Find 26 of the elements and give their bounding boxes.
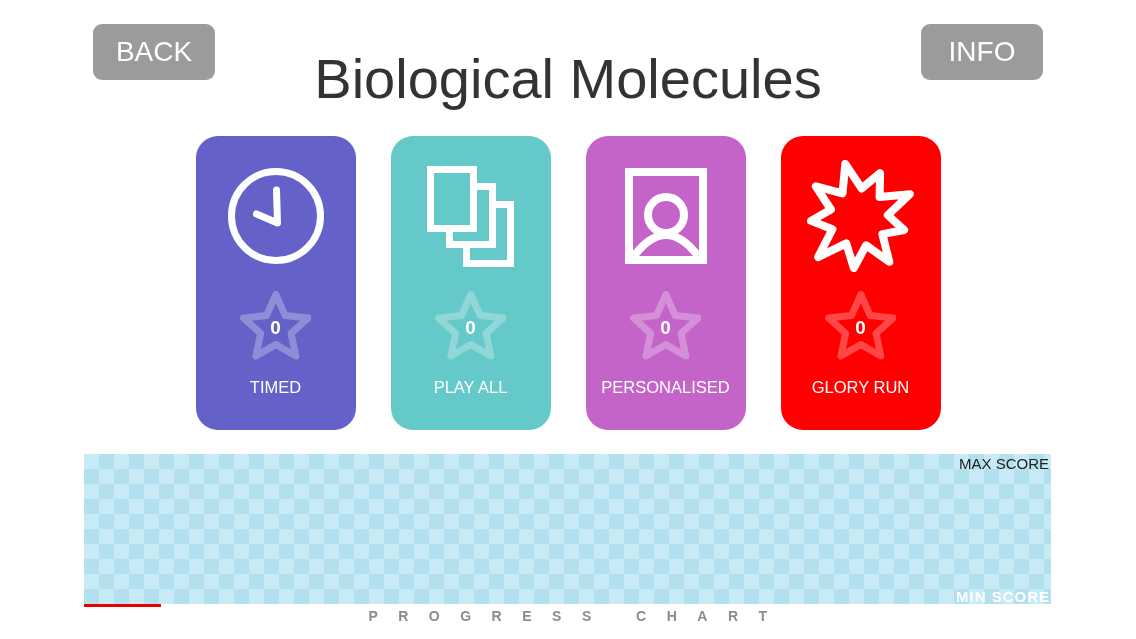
star-icon — [629, 291, 702, 360]
back-button[interactable]: BACK — [93, 24, 215, 80]
min-score-label: MIN SCORE — [956, 589, 1050, 605]
clock-icon — [227, 168, 324, 265]
mode-card[interactable]: 0 TIMED — [195, 136, 356, 431]
stacked-cards-icon — [427, 165, 514, 267]
star-icon — [434, 291, 507, 360]
star-score: 0 — [660, 317, 671, 337]
mode-label: PERSONALISED — [601, 376, 730, 397]
mode-card[interactable]: 0 GLORY RUN — [780, 136, 941, 431]
chart-caption: PROGRESS CHART — [367, 608, 788, 625]
mode-label: GLORY RUN — [811, 376, 910, 397]
star-icon — [824, 291, 897, 360]
person-portrait-icon — [624, 168, 707, 265]
mode-card[interactable]: 0 PERSONALISED — [585, 136, 746, 431]
mode-label: TIMED — [249, 376, 302, 397]
mode-card[interactable]: 0 PLAY ALL — [390, 136, 551, 431]
info-button[interactable]: INFO — [921, 24, 1043, 80]
star-score: 0 — [855, 317, 866, 337]
star-score: 0 — [270, 317, 281, 337]
page-title: Biological Molecules — [314, 47, 822, 112]
max-score-label: MAX SCORE — [959, 455, 1049, 473]
star-score: 0 — [465, 317, 476, 337]
mode-label: PLAY ALL — [433, 376, 508, 397]
star-icon — [239, 291, 312, 360]
starburst-icon — [807, 160, 914, 273]
